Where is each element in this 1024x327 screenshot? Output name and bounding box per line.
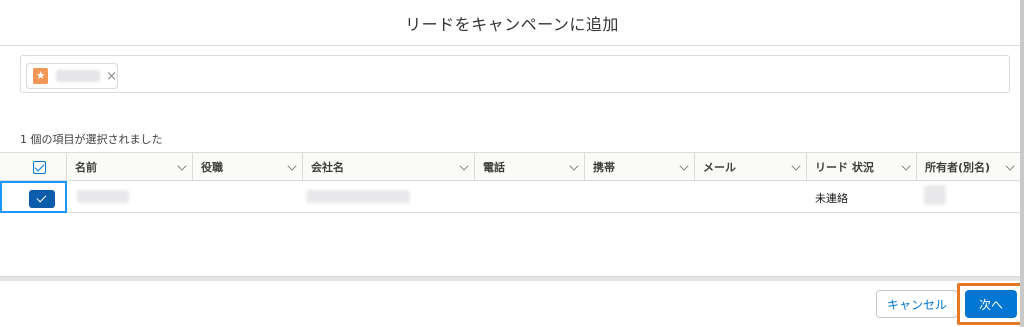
selected-count-text: 1 個の項目が選択されました <box>20 133 163 146</box>
company-name-redacted <box>306 190 410 203</box>
select-all-checkbox[interactable] <box>33 161 46 174</box>
row-select-cell[interactable] <box>0 181 67 213</box>
row-checkbox[interactable] <box>29 190 55 208</box>
column-header-phone[interactable]: 電話 <box>475 153 585 181</box>
selected-items-box[interactable]: ★ × <box>20 55 1010 93</box>
next-button[interactable]: 次へ <box>965 290 1017 318</box>
chevron-down-icon[interactable] <box>791 161 801 171</box>
remove-pill-icon[interactable]: × <box>106 69 117 84</box>
chevron-down-icon[interactable] <box>569 161 579 171</box>
selected-campaign-pill[interactable]: ★ × <box>26 63 118 89</box>
scrollbar-edge <box>1020 0 1024 327</box>
modal-title: リードをキャンペーンに追加 <box>405 14 619 34</box>
campaign-icon: ★ <box>33 68 49 84</box>
cancel-button[interactable]: キャンセル <box>876 290 958 318</box>
lead-table: 名前 役職 会社名 電話 携帯 メール リード 状況 所有者(別名) 未連絡 <box>0 152 1020 277</box>
table-row[interactable]: 未連絡 <box>0 181 1020 213</box>
chevron-down-icon[interactable] <box>901 161 911 171</box>
footer-divider <box>0 277 1020 281</box>
column-header-owner-alias[interactable]: 所有者(別名) <box>917 153 1020 181</box>
column-header-lead-status[interactable]: リード 状況 <box>807 153 917 181</box>
modal-header: リードをキャンペーンに追加 <box>0 0 1024 46</box>
table-header: 名前 役職 会社名 電話 携帯 メール リード 状況 所有者(別名) <box>0 152 1020 181</box>
column-header-email[interactable]: メール <box>695 153 807 181</box>
pill-label-redacted <box>56 70 101 82</box>
lead-name-redacted[interactable] <box>77 190 129 203</box>
column-header-mobile[interactable]: 携帯 <box>585 153 695 181</box>
lead-status-cell: 未連絡 <box>815 192 848 205</box>
column-header-title[interactable]: 役職 <box>193 153 303 181</box>
owner-alias-redacted <box>924 185 946 205</box>
chevron-down-icon[interactable] <box>1005 161 1015 171</box>
chevron-down-icon[interactable] <box>679 161 689 171</box>
column-header-name[interactable]: 名前 <box>67 153 193 181</box>
chevron-down-icon[interactable] <box>459 161 469 171</box>
select-all-header[interactable] <box>0 153 67 181</box>
chevron-down-icon[interactable] <box>287 161 297 171</box>
chevron-down-icon[interactable] <box>177 161 187 171</box>
column-header-company[interactable]: 会社名 <box>303 153 475 181</box>
